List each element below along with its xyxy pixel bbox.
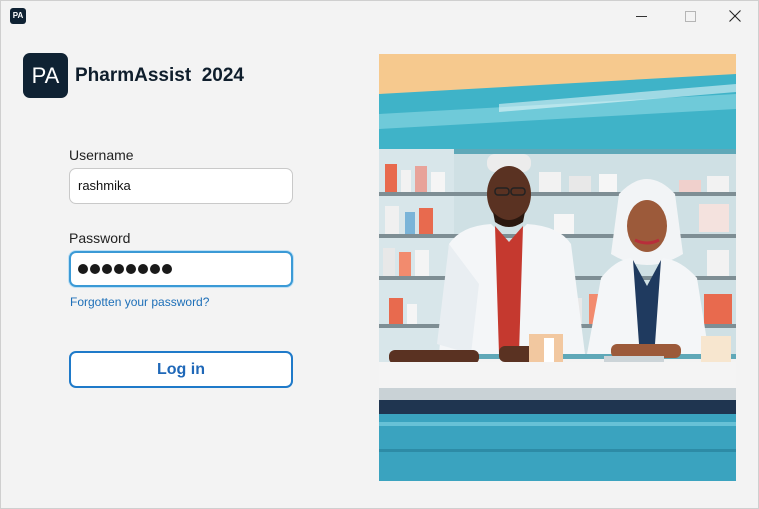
- app-logo: PA: [23, 53, 68, 98]
- password-label: Password: [69, 230, 131, 246]
- close-button[interactable]: [712, 1, 758, 31]
- forgot-password-link[interactable]: Forgotten your password?: [70, 295, 209, 309]
- maximize-button[interactable]: [667, 1, 713, 31]
- password-dot: [138, 264, 148, 274]
- password-dot: [78, 264, 88, 274]
- title-bar[interactable]: PA: [1, 1, 758, 31]
- username-input[interactable]: rashmika: [69, 168, 293, 204]
- minimize-button[interactable]: [618, 1, 664, 31]
- app-icon: PA: [10, 8, 26, 24]
- password-input[interactable]: [69, 251, 293, 287]
- password-dot: [150, 264, 160, 274]
- password-dot: [162, 264, 172, 274]
- app-title: PharmAssist 2024: [75, 65, 244, 86]
- password-dot: [126, 264, 136, 274]
- minimize-icon: [635, 15, 647, 17]
- maximize-icon: [684, 10, 696, 22]
- password-dot: [114, 264, 124, 274]
- pharmacists-illustration: [379, 54, 736, 481]
- password-dot: [102, 264, 112, 274]
- password-dot: [90, 264, 100, 274]
- username-label: Username: [69, 147, 134, 163]
- close-icon: [729, 10, 741, 22]
- login-button[interactable]: Log in: [69, 351, 293, 388]
- login-window: PA PA PharmAssist 2024 Username rashmika…: [0, 0, 759, 509]
